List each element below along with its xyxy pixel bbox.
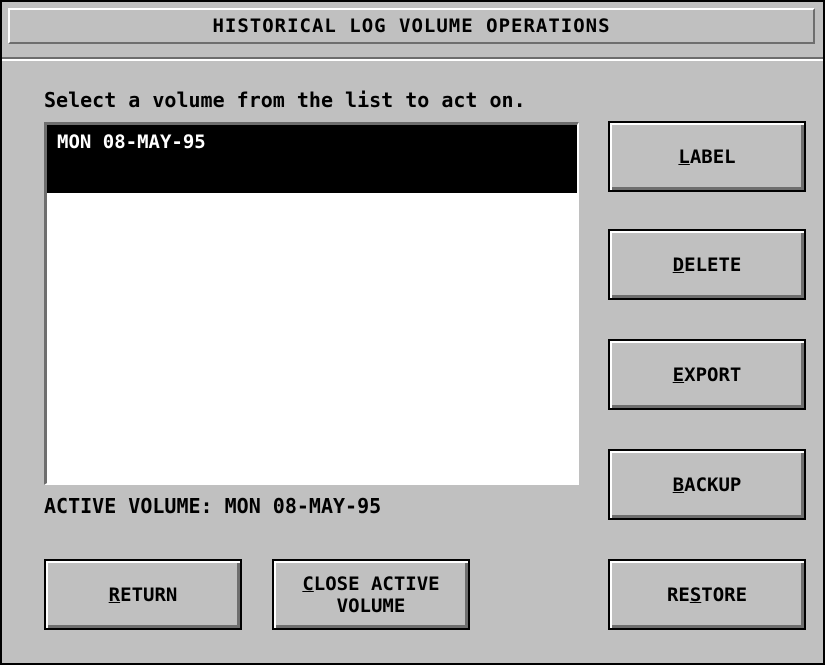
label-button-post: ABEL <box>689 145 736 168</box>
title-separator <box>2 57 823 61</box>
return-button[interactable]: R ETURN <box>44 559 242 630</box>
active-volume-label: ACTIVE VOLUME: MON 08-MAY-95 <box>44 494 382 518</box>
label-button[interactable]: L ABEL <box>608 121 806 192</box>
backup-button-post: ACKUP <box>684 473 742 496</box>
restore-button-post: TORE <box>701 583 748 606</box>
volume-list-item-selected[interactable]: MON 08-MAY-95 <box>47 125 577 193</box>
close-active-line2: VOLUME <box>336 594 406 617</box>
backup-button-accel: B <box>672 473 685 496</box>
export-button-accel: E <box>672 363 685 386</box>
delete-button-accel: D <box>672 253 685 276</box>
return-button-post: ETURN <box>120 583 178 606</box>
return-button-accel: R <box>108 583 121 606</box>
close-active-volume-button[interactable]: CLOSE ACTIVE VOLUME <box>272 559 470 630</box>
dialog-title: HISTORICAL LOG VOLUME OPERATIONS <box>8 8 815 44</box>
volume-listbox[interactable]: MON 08-MAY-95 <box>44 122 579 485</box>
restore-button-pre: RE <box>666 583 690 606</box>
export-button-post: XPORT <box>684 363 742 386</box>
restore-button[interactable]: RE S TORE <box>608 559 806 630</box>
delete-button-post: ELETE <box>684 253 742 276</box>
label-button-accel: L <box>678 145 690 168</box>
close-active-post: LOSE ACTIVE <box>313 572 440 595</box>
delete-button[interactable]: D ELETE <box>608 229 806 300</box>
backup-button[interactable]: B ACKUP <box>608 449 806 520</box>
close-active-line1: CLOSE ACTIVE <box>302 573 439 595</box>
export-button[interactable]: E XPORT <box>608 339 806 410</box>
restore-button-accel: S <box>689 583 702 606</box>
close-active-accel: C <box>302 572 314 595</box>
historical-log-dialog: HISTORICAL LOG VOLUME OPERATIONS Select … <box>0 0 825 665</box>
instruction-text: Select a volume from the list to act on. <box>44 88 526 112</box>
